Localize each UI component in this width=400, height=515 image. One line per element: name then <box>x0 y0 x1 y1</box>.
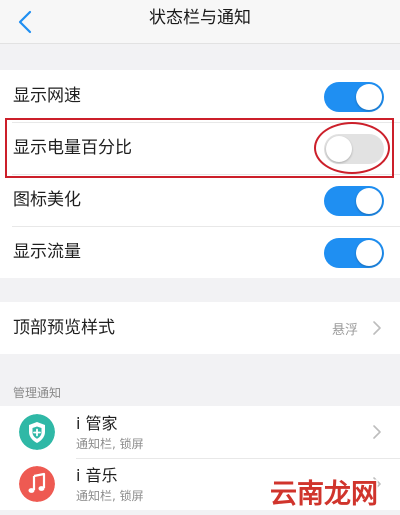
toggle-knob <box>356 84 382 110</box>
preview-style-group: 顶部预览样式 悬浮 <box>0 302 400 354</box>
page-title: 状态栏与通知 <box>149 8 251 28</box>
highlight-ellipse <box>314 122 390 174</box>
toggle-knob <box>356 188 382 214</box>
setting-value: 悬浮 <box>331 323 358 338</box>
toggle-knob <box>356 240 382 266</box>
shield-app-icon <box>19 414 55 450</box>
chevron-right-icon <box>373 425 381 439</box>
setting-label: 图标美化 <box>13 190 81 210</box>
setting-row-data-usage[interactable]: 显示流量 <box>0 226 400 278</box>
app-subtitle: 通知栏, 锁屏 <box>76 489 144 503</box>
section-header-manage-notifications: 管理通知 <box>13 386 62 400</box>
data-usage-toggle[interactable] <box>324 238 384 268</box>
network-speed-toggle[interactable] <box>324 82 384 112</box>
app-name: i 音乐 <box>76 466 118 485</box>
setting-row-top-preview-style[interactable]: 顶部预览样式 悬浮 <box>0 302 400 354</box>
watermark-text: 云南龙网 <box>270 479 378 510</box>
music-app-icon <box>19 466 55 502</box>
setting-label: 显示网速 <box>13 86 81 106</box>
setting-label: 顶部预览样式 <box>13 318 115 338</box>
icon-beautify-toggle[interactable] <box>324 186 384 216</box>
app-name: i 管家 <box>76 414 118 433</box>
app-subtitle: 通知栏, 锁屏 <box>76 437 144 451</box>
watermark-logo: 云南龙网 <box>269 478 380 511</box>
setting-row-network-speed[interactable]: 显示网速 <box>0 70 400 122</box>
app-row-i-guanjia[interactable]: i 管家 通知栏, 锁屏 <box>0 406 400 458</box>
chevron-right-icon <box>373 321 381 335</box>
setting-label: 显示流量 <box>13 242 81 262</box>
title-bar: 状态栏与通知 <box>0 0 400 44</box>
setting-row-icon-beautify[interactable]: 图标美化 <box>0 174 400 226</box>
